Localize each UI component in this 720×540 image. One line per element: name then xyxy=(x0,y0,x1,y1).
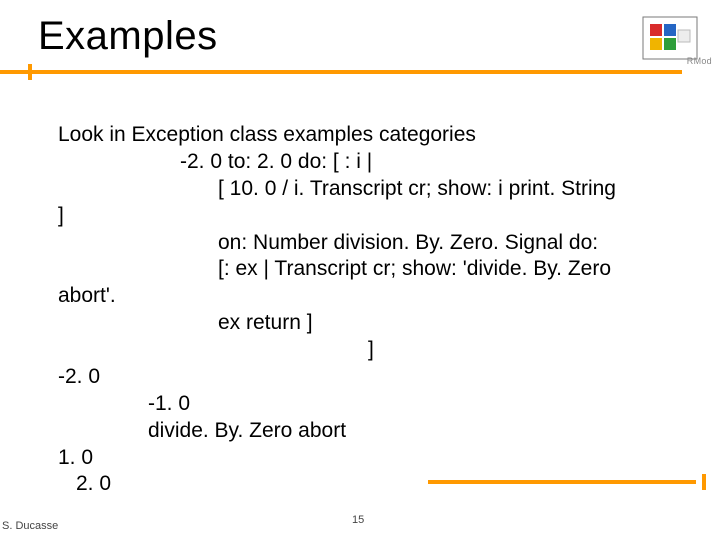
footer-tick xyxy=(702,474,706,490)
footer-author: S. Ducasse xyxy=(2,520,58,532)
title-underline xyxy=(0,70,682,74)
body-line: on: Number division. By. Zero. Signal do… xyxy=(58,230,690,257)
slide-title: Examples xyxy=(38,14,218,59)
body-line: -2. 0 to: 2. 0 do: [ : i | xyxy=(58,149,690,176)
body-line: ] xyxy=(58,337,690,364)
body-line: -1. 0 xyxy=(58,391,690,418)
body-line: -2. 0 xyxy=(58,364,690,391)
title-tick xyxy=(28,64,32,80)
footer-page-number: 15 xyxy=(352,514,364,526)
footer-rule xyxy=(428,480,696,484)
body-line: Look in Exception class examples categor… xyxy=(58,122,690,149)
body-line: ] xyxy=(58,203,690,230)
slide-body: Look in Exception class examples categor… xyxy=(58,122,690,498)
body-line: divide. By. Zero abort xyxy=(58,418,690,445)
body-line: [: ex | Transcript cr; show: 'divide. By… xyxy=(58,256,690,283)
body-line: ex return ] xyxy=(58,310,690,337)
slide-title-block: Examples xyxy=(38,14,218,59)
body-line: 1. 0 xyxy=(58,445,690,472)
body-line: abort'. xyxy=(58,283,690,310)
body-line: [ 10. 0 / i. Transcript cr; show: i prin… xyxy=(58,176,690,203)
body-line: 2. 0 xyxy=(58,471,690,498)
rmod-logo-label: RMod xyxy=(687,56,712,66)
